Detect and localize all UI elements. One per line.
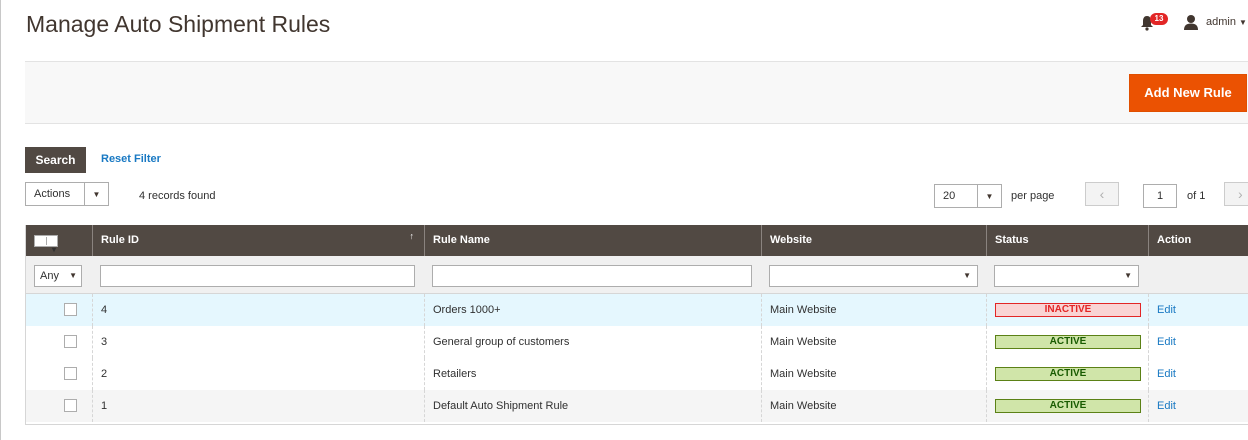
column-header-action: Action bbox=[1157, 234, 1192, 246]
table-row[interactable]: 4 Orders 1000+ Main Website INACTIVE Edi… bbox=[26, 294, 1248, 326]
action-cell: Edit bbox=[1149, 294, 1248, 326]
mass-actions-select[interactable]: Actions ▼ bbox=[25, 182, 109, 206]
website-cell: Main Website bbox=[762, 326, 987, 358]
website-cell: Main Website bbox=[762, 294, 987, 326]
chevron-down-icon: ▼ bbox=[977, 185, 1001, 207]
chevron-left-icon: ‹ bbox=[1099, 186, 1105, 202]
action-cell: Edit bbox=[1149, 326, 1248, 358]
records-found-count: 4 records found bbox=[139, 190, 216, 202]
chevron-down-icon: ▼ bbox=[1124, 271, 1132, 280]
row-select-cell bbox=[26, 390, 93, 422]
row-select-cell bbox=[26, 294, 93, 326]
rule-name-cell: General group of customers bbox=[425, 326, 762, 358]
sort-arrow-icon: ↑ bbox=[409, 231, 415, 241]
status-badge: ACTIVE bbox=[995, 335, 1141, 349]
status-cell: ACTIVE bbox=[987, 358, 1149, 390]
header-mass-select-cell: ▾ bbox=[26, 225, 93, 256]
previous-page-button[interactable]: ‹ bbox=[1085, 182, 1119, 206]
per-page-value: 20 bbox=[943, 190, 956, 202]
rule-name-cell: Retailers bbox=[425, 358, 762, 390]
chevron-down-icon: ▼ bbox=[84, 183, 108, 205]
column-header-rule-name[interactable]: Rule Name bbox=[425, 225, 762, 256]
column-header-status[interactable]: Status bbox=[987, 225, 1149, 256]
page-number-input[interactable]: 1 bbox=[1143, 184, 1177, 208]
status-badge: INACTIVE bbox=[995, 303, 1141, 317]
row-checkbox[interactable] bbox=[64, 303, 77, 316]
table-row[interactable]: 1 Default Auto Shipment Rule Main Websit… bbox=[26, 390, 1248, 422]
page-actions-toolbar bbox=[25, 61, 1248, 124]
edit-link[interactable]: Edit bbox=[1157, 400, 1176, 412]
status-cell: ACTIVE bbox=[987, 326, 1149, 358]
status-cell: INACTIVE bbox=[987, 294, 1149, 326]
page-title: Manage Auto Shipment Rules bbox=[26, 11, 331, 37]
rule-id-cell: 2 bbox=[93, 358, 425, 390]
rule-id-filter-input[interactable] bbox=[100, 265, 415, 287]
status-filter-select[interactable]: ▼ bbox=[994, 265, 1139, 287]
chevron-down-icon[interactable]: ▼ bbox=[1239, 18, 1247, 27]
chevron-down-icon: ▼ bbox=[963, 271, 971, 280]
rule-id-cell: 1 bbox=[93, 390, 425, 422]
edit-link[interactable]: Edit bbox=[1157, 368, 1176, 380]
action-cell: Edit bbox=[1149, 390, 1248, 422]
rule-id-cell: 4 bbox=[93, 294, 425, 326]
next-page-button[interactable]: › bbox=[1224, 182, 1248, 206]
website-filter-select[interactable]: ▼ bbox=[769, 265, 978, 287]
mass-select-checkbox[interactable]: ▾ bbox=[34, 235, 58, 254]
header-actions: 13 admin ▼ bbox=[1128, 12, 1248, 34]
grid-filter-row: Any ▼ ▼ ▼ bbox=[26, 256, 1248, 294]
search-button[interactable]: Search bbox=[25, 147, 86, 173]
add-new-rule-button[interactable]: Add New Rule bbox=[1129, 74, 1247, 112]
row-checkbox[interactable] bbox=[64, 367, 77, 380]
total-pages-label: of 1 bbox=[1187, 190, 1206, 202]
status-cell: ACTIVE bbox=[987, 390, 1149, 422]
row-checkbox[interactable] bbox=[64, 399, 77, 412]
reset-filter-link[interactable]: Reset Filter bbox=[101, 153, 161, 165]
chevron-down-icon: ▼ bbox=[69, 271, 77, 280]
column-header-rule-id[interactable]: Rule ID ↑ bbox=[93, 225, 425, 256]
page-left-border bbox=[0, 0, 1, 440]
row-select-cell bbox=[26, 358, 93, 390]
notification-count-badge[interactable]: 13 bbox=[1150, 13, 1168, 25]
table-row[interactable]: 2 Retailers Main Website ACTIVE Edit bbox=[26, 358, 1248, 390]
row-select-cell bbox=[26, 326, 93, 358]
chevron-right-icon: › bbox=[1238, 186, 1243, 202]
row-checkbox[interactable] bbox=[64, 335, 77, 348]
grid-header-row: ▾ Rule ID ↑ Rule Name Website Status Act… bbox=[26, 225, 1248, 256]
column-header-website[interactable]: Website bbox=[762, 225, 987, 256]
table-row[interactable]: 3 General group of customers Main Websit… bbox=[26, 326, 1248, 358]
status-badge: ACTIVE bbox=[995, 367, 1141, 381]
rule-name-cell: Orders 1000+ bbox=[425, 294, 762, 326]
rule-id-cell: 3 bbox=[93, 326, 425, 358]
rule-name-cell: Default Auto Shipment Rule bbox=[425, 390, 762, 422]
user-icon[interactable] bbox=[1183, 14, 1199, 30]
per-page-select[interactable]: 20 ▼ bbox=[934, 184, 1002, 208]
user-name[interactable]: admin bbox=[1206, 16, 1236, 28]
website-cell: Main Website bbox=[762, 358, 987, 390]
edit-link[interactable]: Edit bbox=[1157, 336, 1176, 348]
action-cell: Edit bbox=[1149, 358, 1248, 390]
edit-link[interactable]: Edit bbox=[1157, 304, 1176, 316]
website-cell: Main Website bbox=[762, 390, 987, 422]
rules-grid: ▾ Rule ID ↑ Rule Name Website Status Act… bbox=[25, 225, 1248, 425]
actions-select-label: Actions bbox=[34, 188, 71, 200]
per-page-label: per page bbox=[1011, 190, 1055, 202]
status-badge: ACTIVE bbox=[995, 399, 1141, 413]
rule-name-filter-input[interactable] bbox=[432, 265, 752, 287]
mass-filter-any-select[interactable]: Any ▼ bbox=[34, 265, 82, 287]
